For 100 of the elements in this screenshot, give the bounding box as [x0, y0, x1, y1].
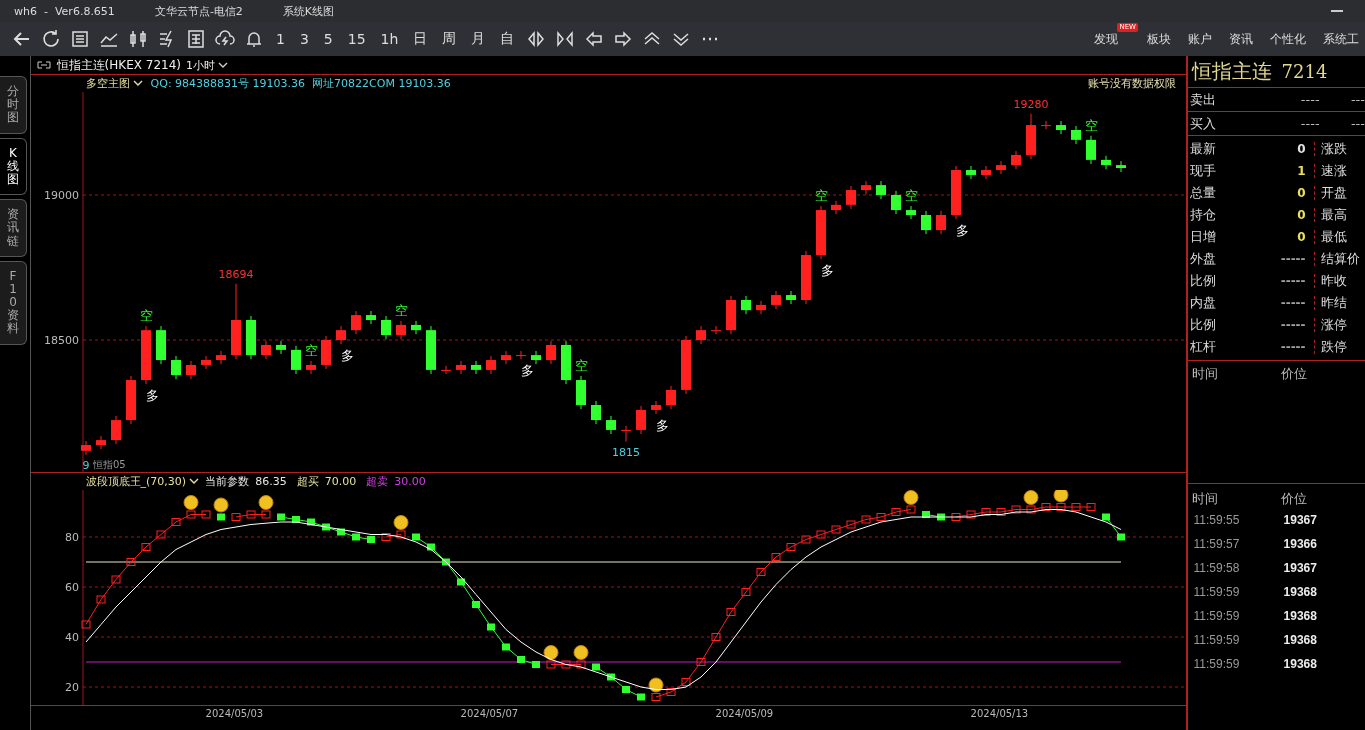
signal-marker: [183, 495, 199, 510]
signal-marker: [1023, 490, 1039, 505]
oscillator-box: [1011, 505, 1021, 514]
period-dropdown[interactable]: 1小时: [186, 57, 228, 73]
oscillator-box: [861, 515, 871, 524]
period-button[interactable]: 月: [466, 30, 491, 48]
stat-label: 跌停: [1319, 338, 1347, 356]
indicator-dropdown[interactable]: 波段顶底王_(70,30): [85, 474, 200, 489]
oscillator-box: [381, 533, 391, 541]
nav-link[interactable]: 资讯: [1223, 28, 1259, 50]
axis-label: 40: [64, 631, 79, 644]
bell-icon[interactable]: [244, 29, 264, 49]
nav-link[interactable]: 账户: [1182, 28, 1218, 50]
period-button[interactable]: 3: [294, 31, 314, 47]
expand-icon[interactable]: [526, 29, 547, 49]
signal-marker: [903, 490, 919, 505]
signal-marker: [543, 645, 559, 660]
candlestick: [500, 350, 511, 365]
nav-link[interactable]: 板块: [1141, 28, 1177, 50]
refresh-icon[interactable]: [41, 29, 61, 49]
oscillator-box: [816, 530, 826, 539]
period-button[interactable]: 1h: [375, 31, 404, 47]
candlestick: [95, 435, 106, 450]
side-tab[interactable]: F10资料: [0, 260, 27, 345]
period-button[interactable]: 日: [408, 30, 433, 48]
oscillator-box: [291, 516, 300, 523]
nav-link[interactable]: 系统工: [1317, 28, 1365, 50]
period-button[interactable]: 周: [437, 30, 462, 48]
candlestick: [425, 325, 436, 375]
stat-label: 内盘: [1189, 294, 1217, 312]
candlestick: [1010, 150, 1021, 170]
candlestick-icon[interactable]: [128, 29, 148, 49]
list-icon[interactable]: [70, 29, 90, 49]
signal-label: 空: [904, 188, 918, 203]
candlestick: [185, 360, 196, 380]
stat-value: -----: [1279, 252, 1315, 266]
oscillator-box: [606, 673, 615, 681]
symbol-name: 恒指主连(HKEX 7214): [56, 56, 181, 74]
indicator-dropdown[interactable]: 多空主图: [85, 76, 143, 91]
oscillator-box: [591, 663, 600, 671]
oscillator-box: [246, 510, 256, 519]
oscillator-box: [576, 660, 586, 669]
stat-value: 0: [1279, 142, 1315, 156]
candlestick: [965, 165, 976, 180]
period-button[interactable]: 5: [318, 31, 338, 47]
tick-time: 11:59:59: [1193, 609, 1241, 623]
tick-price: 19368: [1283, 585, 1317, 599]
stat-label: 最低: [1319, 228, 1347, 246]
period-button[interactable]: 1: [271, 31, 290, 47]
oscillator-box: [1056, 503, 1066, 511]
candlestick: [320, 335, 331, 370]
signal-marker: [393, 515, 409, 530]
oscillator-box: [996, 508, 1006, 516]
oscillator-box: [876, 513, 886, 521]
candlestick: [275, 340, 286, 355]
symbol-title: 恒指主连: [1191, 58, 1272, 85]
board-icon[interactable]: [186, 29, 206, 49]
side-tab[interactable]: 分时图: [0, 76, 27, 134]
book-volume: ---: [1350, 116, 1365, 131]
stat-label: 涨跌: [1319, 140, 1347, 158]
oscillator-box: [906, 505, 916, 514]
left-arrow-icon[interactable]: [584, 29, 605, 49]
candlestick: [680, 335, 691, 395]
oscillator-box: [921, 511, 930, 518]
symbol-code: 7214: [1281, 61, 1328, 82]
signal-label: 空: [1084, 117, 1098, 133]
oscillator-box: [276, 513, 285, 521]
stat-value: 0: [1279, 208, 1315, 222]
link-icon: [35, 61, 52, 69]
candlestick: [1025, 113, 1036, 160]
period-button[interactable]: 自: [495, 30, 520, 48]
candlestick: [860, 180, 871, 195]
candlestick: [155, 325, 166, 365]
signal-label: 多: [340, 348, 354, 364]
tick-time: 11:59:59: [1193, 633, 1241, 647]
nav-link[interactable]: 个性化: [1264, 28, 1312, 50]
oscillator-box: [966, 510, 976, 519]
candlestick: [695, 325, 706, 345]
oscillator-box: [666, 688, 676, 696]
tick-price: 19368: [1283, 657, 1317, 671]
candlestick: [980, 165, 991, 180]
oscillator-box: [621, 686, 630, 693]
oscillator-box: [981, 508, 991, 516]
candlestick: [770, 290, 781, 310]
side-tab[interactable]: K线图: [0, 137, 27, 196]
side-tab[interactable]: 资讯链: [0, 199, 27, 257]
right-arrow-icon[interactable]: [613, 29, 634, 49]
oscillator-box: [516, 656, 525, 663]
collapse-icon[interactable]: [555, 29, 576, 49]
column-header: 价位: [1281, 490, 1307, 508]
book-volume: ---: [1350, 92, 1365, 107]
candlestick: [470, 360, 481, 375]
period-button[interactable]: 15: [342, 31, 371, 47]
oscillator-box: [1086, 503, 1096, 511]
oscillator-box: [696, 658, 706, 666]
stat-value: -----: [1279, 318, 1315, 332]
oscillator-box: [231, 513, 241, 521]
oscillator-box: [171, 518, 181, 526]
candlestick: [305, 360, 316, 375]
legend-label: 恒指05: [92, 459, 126, 470]
